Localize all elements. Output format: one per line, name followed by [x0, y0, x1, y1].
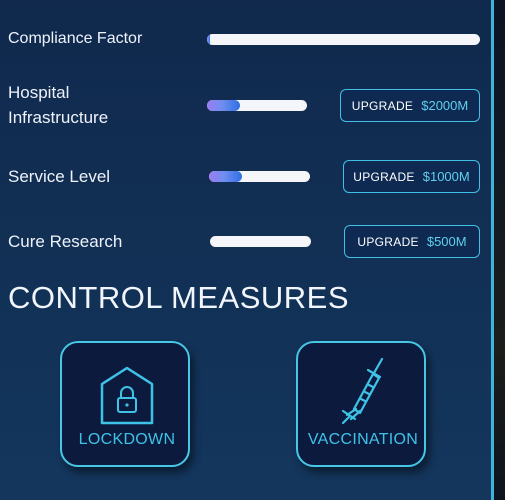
vaccination-button[interactable]: VACCINATION: [296, 341, 426, 467]
upgrade-price: $500M: [426, 234, 467, 249]
service-level-label: Service Level: [8, 167, 111, 186]
control-measures-title: CONTROL MEASURES: [8, 280, 350, 315]
upgrade-price: $1000M: [422, 169, 470, 184]
lockdown-button[interactable]: LOCKDOWN: [60, 341, 190, 467]
cure-research-label: Cure Research: [8, 232, 123, 251]
hospital-infrastructure-bar: [207, 100, 307, 111]
upgrade-service-button[interactable]: UPGRADE $1000M: [343, 160, 480, 193]
upgrade-hospital-button[interactable]: UPGRADE $2000M: [340, 89, 480, 122]
compliance-factor-bar-fill: [207, 34, 210, 45]
service-level-bar-fill: [209, 171, 243, 182]
lock-house-icon: [100, 366, 154, 425]
cure-research-bar: [210, 236, 311, 247]
hospital-infrastructure-bar-fill: [207, 100, 240, 111]
upgrade-cure-button[interactable]: UPGRADE $500M: [344, 225, 480, 258]
syringe-icon: [341, 357, 384, 425]
upgrade-text: UPGRADE: [351, 98, 414, 113]
upgrade-text: UPGRADE: [353, 169, 415, 184]
compliance-factor-bar: [207, 34, 480, 45]
service-level-bar: [209, 171, 310, 182]
game-view-edge: [494, 0, 505, 500]
vaccination-label: VACCINATION: [307, 431, 419, 448]
upgrade-text: UPGRADE: [357, 234, 419, 249]
upgrade-price: $2000M: [421, 98, 469, 113]
lockdown-label: LOCKDOWN: [78, 431, 176, 448]
hospital-infrastructure-label: Hospital Infrastructure: [8, 83, 109, 127]
compliance-factor-label: Compliance Factor: [8, 30, 143, 47]
